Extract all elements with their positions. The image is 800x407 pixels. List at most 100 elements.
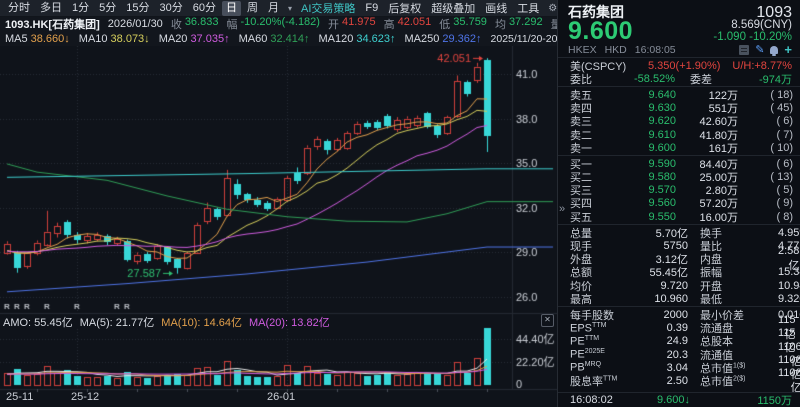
book-label: 卖一 [570, 142, 592, 155]
ma-item-MA60: MA60 32.414↑ [239, 33, 310, 45]
ma-value: 38.660↓ [30, 32, 70, 45]
stats-label: EPSTTM [570, 321, 607, 335]
quote-info-bar: 1093.HK[石药集团] 2026/01/30 收 36.833 幅 -10.20%… [0, 16, 596, 32]
tab-30分[interactable]: 30分 [156, 1, 187, 16]
stats-value: 2000 [663, 308, 688, 321]
toolbar-item-后复权[interactable]: 后复权 [383, 0, 426, 16]
stats-label: 最高 [570, 293, 592, 306]
stock-terminal: 分时 多日 1分 5分 15分 30分 60分日周月 ▾ AI交易策略 F9 后复权 超级叠加 画线… [0, 0, 800, 407]
ma-label: MA60 [238, 32, 268, 45]
close-volume-pane-icon[interactable]: ✕ [541, 314, 554, 327]
ma-label: MA5 [5, 32, 28, 45]
book-price: 9.640 [648, 88, 676, 101]
toolbar-item-F9[interactable]: F9 [360, 2, 383, 14]
pencil-icon[interactable]: ✎ [755, 44, 764, 55]
news-icon[interactable] [739, 44, 750, 55]
ma-value: 34.623↑ [356, 32, 396, 45]
book-count: ( 6) [776, 157, 794, 170]
stats-label: PETTM [570, 335, 600, 348]
weicha-value: -974万 [758, 73, 792, 86]
book-volume: 161万 [708, 142, 738, 155]
gear-icon[interactable]: ⚙ [548, 3, 557, 14]
volume-ma20-value: MA(20): 13.82亿 [249, 316, 330, 329]
ma-value: 38.073↓ [110, 32, 150, 45]
x-tick-nov: 25-11 [6, 391, 34, 403]
uh-premium: U/H:+8.77% [732, 59, 792, 72]
tab-多日[interactable]: 多日 [36, 1, 66, 16]
stats-label-2: 总市值2($) [700, 375, 746, 388]
book-count: ( 8) [776, 210, 794, 223]
book-price: 9.630 [648, 102, 676, 115]
tab-15分[interactable]: 15分 [122, 1, 153, 16]
book-label: 买五 [570, 211, 592, 224]
stats-value-2: 15.34% [778, 266, 800, 279]
stats-value: 24.9 [666, 335, 688, 348]
toolbar-tools: AI交易策略 F9 后复权 超级叠加 画线 工具 [296, 0, 544, 16]
ma-label: MA120 [318, 32, 354, 45]
book-price: 9.610 [648, 128, 676, 141]
info-field-value: 41.975 [341, 16, 376, 28]
info-field-高: 高 42.051 [384, 16, 432, 32]
tab-日[interactable]: 日 [222, 0, 241, 16]
book-price: 9.560 [648, 197, 676, 210]
stats-label-2: 最低 [700, 293, 722, 306]
chart-pane: 分时 多日 1分 5分 15分 30分 60分日周月 ▾ AI交易策略 F9 后复权 超级叠加 画线… [0, 0, 670, 407]
alt-currency-price: 8.569(CNY) [731, 19, 792, 31]
candlestick-chart-canvas[interactable] [0, 46, 557, 407]
book-count: ( 13) [770, 171, 793, 184]
info-field-value: 42.051 [397, 16, 432, 28]
quote-date: 2026/01/30 [107, 18, 163, 30]
volume-ma10-value: MA(10): 14.64亿 [161, 316, 242, 329]
book-price: 9.600 [648, 141, 676, 154]
stats-value: 3.04 [666, 361, 688, 374]
tab-月[interactable]: 月 [264, 1, 283, 16]
volume-ma5-value: MA(5): 21.77亿 [79, 316, 155, 329]
x-tick-dec: 25-12 [71, 391, 100, 403]
stats-value: 0.39 [666, 322, 688, 335]
alert-bell-icon[interactable] [770, 45, 779, 56]
ma-value: 37.035↑ [190, 32, 230, 45]
info-field-幅: 幅 -10.20%(-4.182) [226, 16, 320, 32]
stats-label: PE2025E [570, 348, 605, 361]
volume-indicator-header: AMO: 55.45亿 MA(5): 21.77亿 MA(10): 14.64亿… [3, 314, 330, 329]
info-field-value: 35.759 [453, 16, 487, 28]
tab-60分[interactable]: 60分 [189, 1, 220, 16]
stats-value: 55.45亿 [649, 267, 688, 280]
toolbar-item-工具[interactable]: 工具 [512, 0, 544, 16]
stats-value: 9.720 [660, 279, 688, 292]
stats-value: 10.960 [654, 292, 688, 305]
amo-value: AMO: 55.45亿 [3, 316, 73, 329]
book-count: ( 5) [776, 184, 794, 197]
ma-label: MA20 [158, 32, 188, 45]
order-book-row-买五[interactable]: 买五 9.550 16.00万 ( 8) [558, 210, 800, 224]
tab-周[interactable]: 周 [243, 1, 262, 16]
order-book-row-卖一[interactable]: 卖一 9.600 161万 ( 10) [558, 141, 800, 155]
ma-value: 29.362↑ [442, 32, 482, 45]
period-dropdown-caret-icon[interactable]: ▾ [288, 4, 292, 13]
weicha-label: 委差 [690, 73, 712, 86]
us-adr-price: 5.350(+1.90%) [648, 59, 721, 72]
stats-value: 5.70亿 [655, 227, 688, 240]
toolbar-item-超级叠加[interactable]: 超级叠加 [426, 0, 480, 16]
info-field-开: 开 41.975 [328, 16, 376, 32]
sell-queue: 卖五 9.640 122万( 18) 卖四 9.630 551万( 45) 卖三 9.620 4… [558, 88, 800, 155]
toolbar-item-AI交易策略[interactable]: AI交易策略 [296, 0, 360, 16]
tab-分时[interactable]: 分时 [4, 1, 34, 16]
info-field-label: 收 [170, 19, 182, 31]
toolbar-item-画线[interactable]: 画线 [480, 0, 512, 16]
last-price: 9.600 [568, 17, 634, 45]
tick-feed-row[interactable]: 16:08:02 9.600↓ 1150万 [558, 392, 800, 407]
price-change: -1.090 -10.20% [713, 31, 792, 43]
stats-value-2: 10.940 [778, 279, 800, 292]
info-field-label: 高 [383, 19, 395, 31]
book-count: ( 6) [776, 115, 794, 128]
book-price: 9.550 [648, 210, 676, 223]
tab-1分[interactable]: 1分 [68, 1, 93, 16]
book-count: ( 7) [776, 128, 794, 141]
book-count: ( 10) [770, 141, 793, 154]
ma-item-MA10: MA10 38.073↓ [79, 33, 150, 45]
tab-5分[interactable]: 5分 [95, 1, 120, 16]
add-watchlist-icon[interactable]: + [784, 43, 792, 56]
info-field-低: 低 35.759 [439, 16, 487, 32]
panel-expander-handle[interactable]: » [559, 203, 565, 215]
